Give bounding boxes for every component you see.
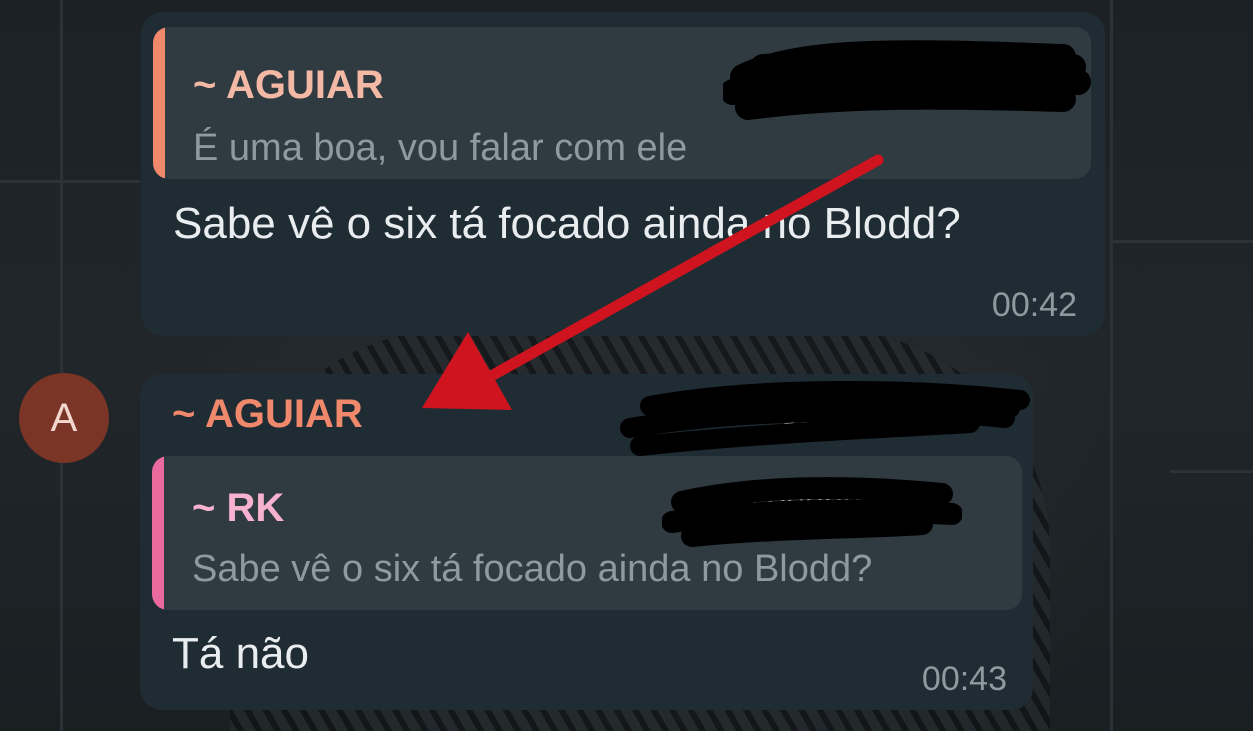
redaction-scribble <box>662 477 962 547</box>
quote-accent-bar <box>153 27 165 179</box>
redaction-scribble <box>723 40 1091 120</box>
message-text: Sabe vê o six tá focado ainda no Blodd? <box>173 199 961 248</box>
message-bubble[interactable]: ~ AGUIAR +55 9 9999-75 ~ RK +55 9 99999-… <box>140 374 1033 710</box>
quote-accent-bar <box>152 456 164 610</box>
quote-author: ~ RK <box>192 486 285 530</box>
reply-quote[interactable]: ~ AGUIAR + É uma boa, vou falar com ele <box>153 27 1091 179</box>
avatar[interactable]: A <box>19 373 109 463</box>
quote-text: É uma boa, vou falar com ele <box>193 127 688 169</box>
message-time: 00:43 <box>921 660 1007 698</box>
redaction-scribble <box>620 380 1030 456</box>
message-bubble[interactable]: ~ AGUIAR + É uma boa, vou falar com ele … <box>141 12 1105 336</box>
sender-name[interactable]: ~ AGUIAR <box>172 392 363 437</box>
reply-quote[interactable]: ~ RK +55 9 99999-24 Sabe vê o six tá foc… <box>152 456 1022 610</box>
message-time: 00:42 <box>991 286 1077 324</box>
quote-author: ~ AGUIAR <box>193 63 384 107</box>
quote-text: Sabe vê o six tá focado ainda no Blodd? <box>192 548 873 590</box>
message-text: Tá não <box>172 629 309 678</box>
